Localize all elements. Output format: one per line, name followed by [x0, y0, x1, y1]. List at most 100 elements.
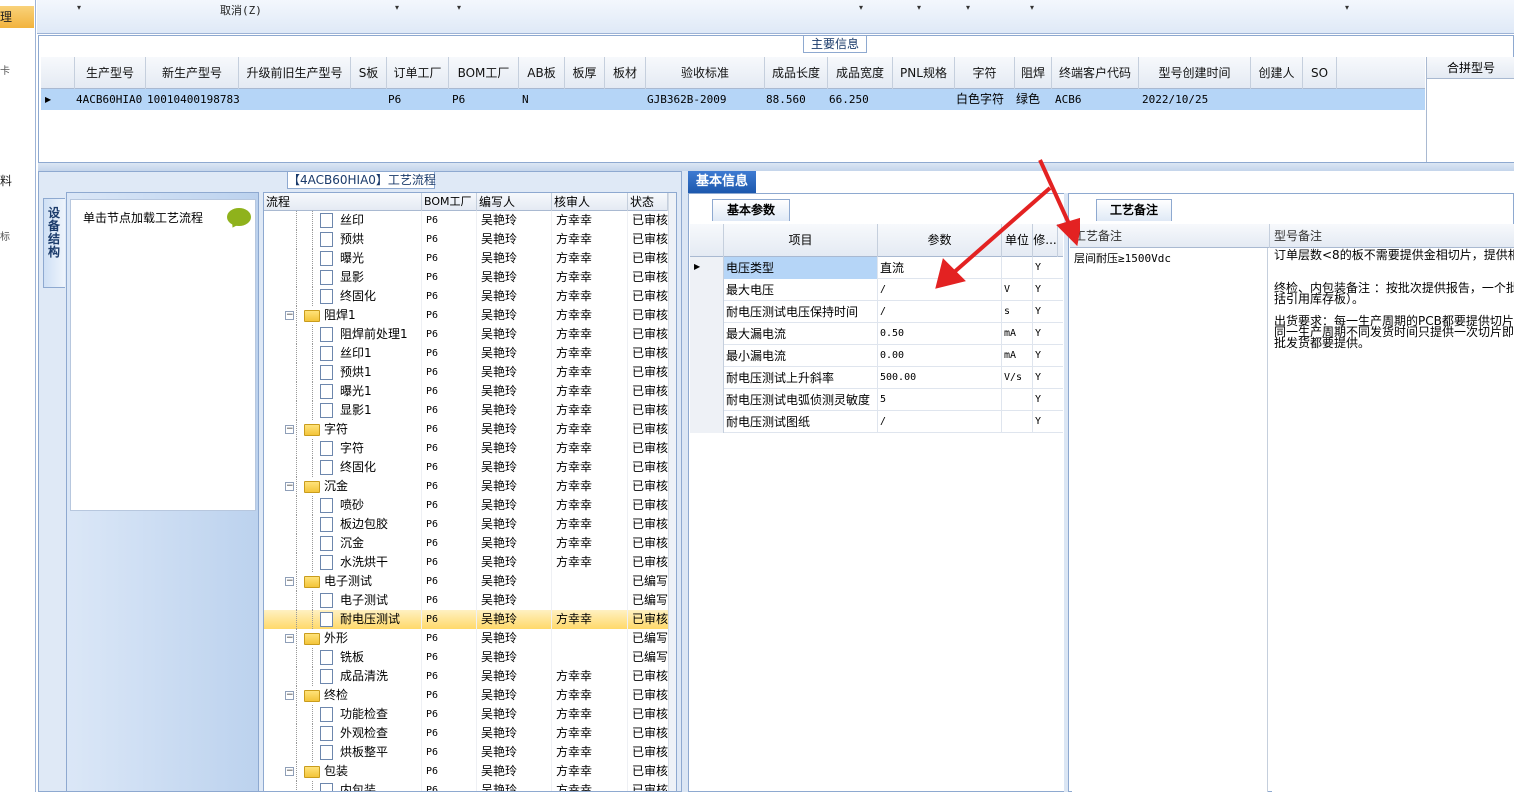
col-header[interactable]: 型号创建时间: [1139, 57, 1251, 89]
tree-cell-reviewer[interactable]: 方幸幸: [556, 458, 626, 477]
dropdown-arrow-icon[interactable]: ▾: [859, 3, 867, 12]
tree-row[interactable]: 水洗烘干 P6 吴艳玲 方幸幸 已审核: [264, 553, 668, 572]
tree-row[interactable]: 喷砂 P6 吴艳玲 方幸幸 已审核: [264, 496, 668, 515]
cell-solder[interactable]: 绿色: [1016, 89, 1051, 110]
tree-row[interactable]: − 沉金 P6 吴艳玲 方幸幸 已审核: [264, 477, 668, 496]
param-unit[interactable]: mA: [1002, 345, 1033, 367]
device-tree[interactable]: 单击节点加载工艺流程: [70, 199, 256, 511]
tree-cell-bom[interactable]: P6: [426, 382, 476, 401]
tree-cell-reviewer[interactable]: [556, 591, 626, 610]
tree-cell-writer[interactable]: 吴艳玲: [481, 458, 551, 477]
tab-basic-info[interactable]: 基本信息: [688, 171, 756, 193]
tree-cell-reviewer[interactable]: 方幸幸: [556, 553, 626, 572]
tree-row[interactable]: − 外形 P6 吴艳玲 已编写: [264, 629, 668, 648]
cell-created[interactable]: 2022/10/25: [1142, 89, 1250, 110]
tree-cell-status[interactable]: 已审核: [632, 306, 668, 325]
col-header[interactable]: 板厚: [565, 57, 605, 89]
model-note-text[interactable]: 订单层数<8的板不需要提供金相切片，提供相 终检、内包装备注 ：按批次提供报告，一…: [1272, 248, 1514, 792]
cell-s-board[interactable]: [352, 89, 386, 110]
tree-cell-bom[interactable]: P6: [426, 762, 476, 781]
tree-node-label[interactable]: 功能检查: [340, 705, 422, 724]
tree-cell-writer[interactable]: 吴艳玲: [481, 230, 551, 249]
tree-cell-writer[interactable]: 吴艳玲: [481, 268, 551, 287]
collapse-icon[interactable]: −: [285, 577, 294, 586]
tree-row[interactable]: − 阻焊1 P6 吴艳玲 方幸幸 已审核: [264, 306, 668, 325]
tree-cell-writer[interactable]: 吴艳玲: [481, 287, 551, 306]
tree-cell-bom[interactable]: P6: [426, 591, 476, 610]
param-row[interactable]: 耐电压测试图纸 / Y: [690, 411, 1063, 433]
tree-row[interactable]: − 终检 P6 吴艳玲 方幸幸 已审核: [264, 686, 668, 705]
param-unit[interactable]: [1002, 411, 1033, 433]
tree-cell-reviewer[interactable]: 方幸幸: [556, 515, 626, 534]
tree-cell-writer[interactable]: 吴艳玲: [481, 401, 551, 420]
param-item[interactable]: 耐电压测试电弧侦测灵敏度: [724, 389, 878, 411]
param-row[interactable]: 耐电压测试上升斜率 500.00 V/s Y: [690, 367, 1063, 389]
tree-cell-writer[interactable]: 吴艳玲: [481, 648, 551, 667]
param-flag[interactable]: Y: [1033, 389, 1058, 411]
tree-cell-bom[interactable]: P6: [426, 496, 476, 515]
tree-row[interactable]: 成品清洗 P6 吴艳玲 方幸幸 已审核: [264, 667, 668, 686]
tree-cell-status[interactable]: 已审核: [632, 762, 668, 781]
tab-basic-params[interactable]: 基本参数: [712, 199, 790, 221]
col-header[interactable]: 订单工厂: [387, 57, 449, 89]
tree-cell-writer[interactable]: 吴艳玲: [481, 344, 551, 363]
param-value[interactable]: 5: [878, 389, 1002, 411]
tree-node-label[interactable]: 字符: [340, 439, 422, 458]
tree-row[interactable]: 丝印1 P6 吴艳玲 方幸幸 已审核: [264, 344, 668, 363]
cell-model[interactable]: 4ACB60HIA0: [76, 89, 146, 110]
col-header[interactable]: SO: [1303, 57, 1337, 89]
col-header[interactable]: PNL规格: [893, 57, 955, 89]
tree-cell-status[interactable]: 已审核: [632, 667, 668, 686]
cell-material[interactable]: [606, 89, 645, 110]
tree-cell-writer[interactable]: 吴艳玲: [481, 762, 551, 781]
tree-node-label[interactable]: 内包装: [340, 781, 422, 791]
tree-cell-bom[interactable]: P6: [426, 534, 476, 553]
tree-node-label[interactable]: 显影: [340, 268, 422, 287]
cell-standard[interactable]: GJB362B-2009: [647, 89, 764, 110]
tree-cell-status[interactable]: 已审核: [632, 268, 668, 287]
tree-cell-bom[interactable]: P6: [426, 667, 476, 686]
tree-cell-writer[interactable]: 吴艳玲: [481, 686, 551, 705]
tree-cell-bom[interactable]: P6: [426, 439, 476, 458]
col-header[interactable]: 升级前旧生产型号: [239, 57, 351, 89]
tree-cell-writer[interactable]: 吴艳玲: [481, 610, 551, 629]
cell-char[interactable]: 白色字符: [956, 89, 1014, 110]
tree-node-label[interactable]: 终固化: [340, 458, 422, 477]
param-value[interactable]: /: [878, 411, 1002, 433]
col-header[interactable]: 流程: [264, 193, 422, 211]
tree-cell-status[interactable]: 已审核: [632, 515, 668, 534]
tree-row[interactable]: 曝光1 P6 吴艳玲 方幸幸 已审核: [264, 382, 668, 401]
tree-node-label[interactable]: 丝印: [340, 211, 422, 230]
col-header[interactable]: S板: [351, 57, 387, 89]
param-unit[interactable]: s: [1002, 301, 1033, 323]
param-value[interactable]: 0.00: [878, 345, 1002, 367]
param-item[interactable]: 最小漏电流: [724, 345, 878, 367]
tree-cell-status[interactable]: 已编写: [632, 572, 668, 591]
collapse-icon[interactable]: −: [285, 425, 294, 434]
param-value[interactable]: 500.00: [878, 367, 1002, 389]
tree-cell-bom[interactable]: P6: [426, 553, 476, 572]
param-unit[interactable]: [1002, 389, 1033, 411]
tree-cell-reviewer[interactable]: 方幸幸: [556, 724, 626, 743]
process-tree-grid[interactable]: 流程 BOM工厂 编写人 核审人 状态 丝印 P6 吴艳玲 方幸幸 已审核 预烘 P6 吴艳玲…: [263, 192, 677, 792]
param-item[interactable]: 电压类型: [724, 257, 878, 279]
tree-cell-writer[interactable]: 吴艳玲: [481, 211, 551, 230]
cancel-button[interactable]: 取消(Z): [220, 2, 262, 18]
cell-so[interactable]: [1304, 89, 1336, 110]
tree-cell-bom[interactable]: P6: [426, 648, 476, 667]
tree-row[interactable]: 预烘 P6 吴艳玲 方幸幸 已审核: [264, 230, 668, 249]
tree-scrollbar[interactable]: [668, 193, 676, 791]
tree-cell-reviewer[interactable]: 方幸幸: [556, 382, 626, 401]
tree-cell-writer[interactable]: 吴艳玲: [481, 496, 551, 515]
tree-cell-writer[interactable]: 吴艳玲: [481, 781, 551, 791]
tree-node-label[interactable]: 外形: [324, 629, 422, 648]
param-item[interactable]: 耐电压测试图纸: [724, 411, 878, 433]
param-item[interactable]: 耐电压测试上升斜率: [724, 367, 878, 389]
tree-cell-bom[interactable]: P6: [426, 686, 476, 705]
tree-cell-reviewer[interactable]: 方幸幸: [556, 268, 626, 287]
tree-node-label[interactable]: 曝光1: [340, 382, 422, 401]
param-unit[interactable]: V/s: [1002, 367, 1033, 389]
dropdown-arrow-icon[interactable]: ▾: [395, 3, 403, 12]
tree-cell-reviewer[interactable]: [556, 629, 626, 648]
cell-new-model[interactable]: 10010400198783: [147, 89, 239, 110]
